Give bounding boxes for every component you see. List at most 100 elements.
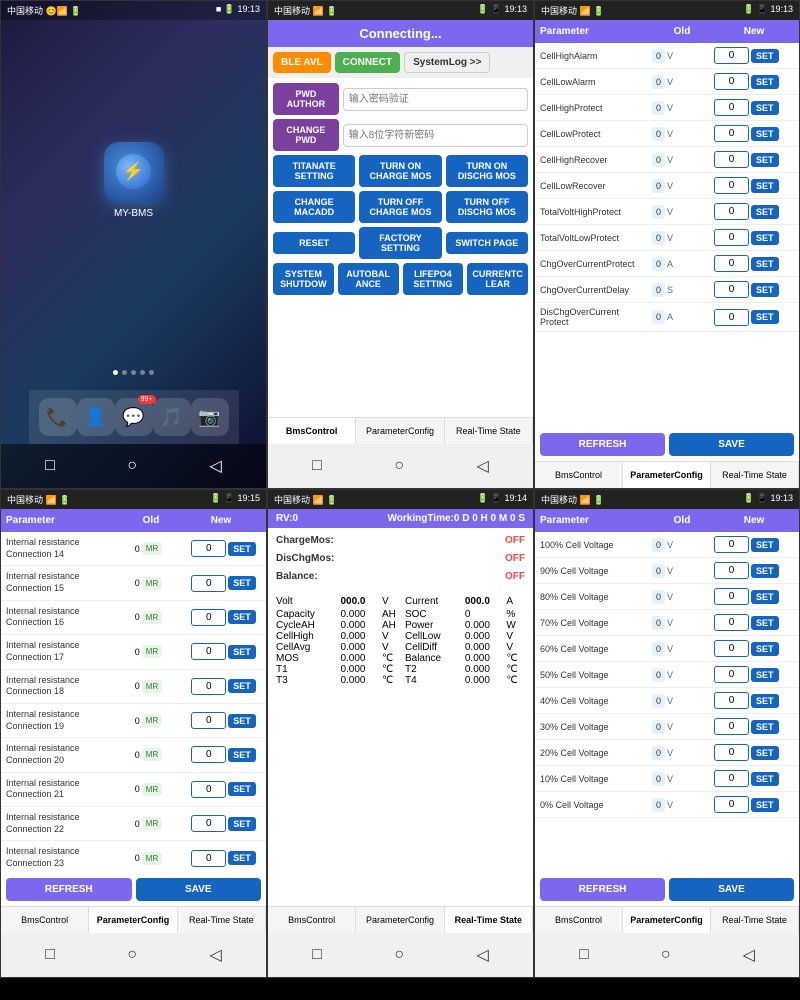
realtime-bmscontrol-tab[interactable]: BmsControl: [268, 907, 356, 933]
cell-low-protect-input[interactable]: [714, 125, 749, 142]
connect-tab[interactable]: CONNECT: [335, 52, 400, 73]
chg-over-current-delay-set-btn[interactable]: SET: [751, 283, 779, 297]
cell-90pct-input[interactable]: [714, 562, 749, 579]
new-pwd-input[interactable]: [343, 124, 528, 147]
int-conn18-set-btn[interactable]: SET: [228, 679, 256, 693]
int-conn19-set-btn[interactable]: SET: [228, 714, 256, 728]
internal-bmscontrol-tab[interactable]: BmsControl: [1, 907, 89, 933]
turn-on-charge-mos-btn[interactable]: TURN ONCHARGE MOS: [359, 155, 441, 187]
cell-60pct-set-btn[interactable]: SET: [751, 642, 779, 656]
param-top-paramconfig-tab[interactable]: ParameterConfig: [623, 462, 711, 488]
cell-low-alarm-set-btn[interactable]: SET: [751, 75, 779, 89]
ble-avl-tab[interactable]: BLE AVL: [273, 52, 331, 73]
int-conn18-input[interactable]: [191, 678, 226, 695]
cell-40pct-input[interactable]: [714, 692, 749, 709]
cell-50pct-input[interactable]: [714, 666, 749, 683]
factory-setting-btn[interactable]: FACTORYSETTING: [359, 227, 441, 259]
dischg-over-current-protect-set-btn[interactable]: SET: [751, 310, 779, 324]
param-bottom-bmscontrol-tab[interactable]: BmsControl: [535, 907, 623, 933]
cell-70pct-set-btn[interactable]: SET: [751, 616, 779, 630]
lifepo4-setting-btn[interactable]: LIFEPO4SETTING: [403, 263, 464, 295]
home-nav-back[interactable]: ◁: [197, 452, 233, 480]
dischg-over-current-protect-input[interactable]: [714, 309, 749, 326]
realtime-nav-back[interactable]: ◁: [464, 941, 500, 969]
cell-100pct-input[interactable]: [714, 536, 749, 553]
realtime-state-tab[interactable]: Real-Time State: [445, 907, 533, 933]
cell-20pct-input[interactable]: [714, 744, 749, 761]
camera-icon[interactable]: 📷: [191, 398, 229, 436]
internal-nav-back[interactable]: ◁: [197, 941, 233, 969]
param-top-refresh-btn[interactable]: REFRESH: [540, 433, 665, 456]
internal-nav-circle[interactable]: ○: [115, 942, 149, 968]
param-top-realtime-tab[interactable]: Real-Time State: [711, 462, 799, 488]
param-bottom-paramconfig-tab[interactable]: ParameterConfig: [623, 907, 711, 933]
internal-save-btn[interactable]: SAVE: [136, 878, 262, 901]
cell-high-protect-set-btn[interactable]: SET: [751, 101, 779, 115]
cell-0pct-set-btn[interactable]: SET: [751, 798, 779, 812]
realtime-nav-square[interactable]: □: [300, 942, 334, 968]
param-bottom-refresh-btn[interactable]: REFRESH: [540, 878, 665, 901]
int-conn20-input[interactable]: [191, 746, 226, 763]
cell-100pct-set-btn[interactable]: SET: [751, 538, 779, 552]
int-conn22-input[interactable]: [191, 815, 226, 832]
int-conn20-set-btn[interactable]: SET: [228, 748, 256, 762]
bms-nav-circle[interactable]: ○: [382, 453, 416, 479]
int-conn14-input[interactable]: [191, 540, 226, 557]
cell-0pct-input[interactable]: [714, 796, 749, 813]
mybms-app-icon[interactable]: ⚡: [104, 142, 164, 202]
cell-20pct-set-btn[interactable]: SET: [751, 746, 779, 760]
internal-nav-square[interactable]: □: [33, 942, 67, 968]
cell-high-protect-input[interactable]: [714, 99, 749, 116]
int-conn21-input[interactable]: [191, 781, 226, 798]
cell-80pct-input[interactable]: [714, 588, 749, 605]
switch-page-btn[interactable]: SWITCH PAGE: [446, 232, 528, 254]
home-nav-circle[interactable]: ○: [115, 453, 149, 479]
system-log-tab[interactable]: SystemLog >>: [404, 52, 490, 73]
cell-low-alarm-input[interactable]: [714, 73, 749, 90]
total-volt-high-protect-set-btn[interactable]: SET: [751, 205, 779, 219]
int-conn17-input[interactable]: [191, 643, 226, 660]
cell-50pct-set-btn[interactable]: SET: [751, 668, 779, 682]
change-macadd-btn[interactable]: CHANGEMACADD: [273, 191, 355, 223]
cell-30pct-input[interactable]: [714, 718, 749, 735]
change-pwd-btn[interactable]: CHANGEPWD: [273, 119, 339, 151]
bms-control-tab[interactable]: BmsControl: [268, 418, 356, 444]
realtime-paramconfig-tab[interactable]: ParameterConfig: [356, 907, 444, 933]
titanate-setting-btn[interactable]: TITANATESETTING: [273, 155, 355, 187]
phone-icon[interactable]: 📞: [39, 398, 77, 436]
total-volt-high-protect-input[interactable]: [714, 203, 749, 220]
cell-60pct-input[interactable]: [714, 640, 749, 657]
internal-paramconfig-tab[interactable]: ParameterConfig: [89, 907, 177, 933]
int-conn16-input[interactable]: [191, 609, 226, 626]
param-bottom-realtime-tab[interactable]: Real-Time State: [711, 907, 799, 933]
turn-off-charge-mos-btn[interactable]: TURN OFFCHARGE MOS: [359, 191, 441, 223]
param-bottom-save-btn[interactable]: SAVE: [669, 878, 794, 901]
int-conn21-set-btn[interactable]: SET: [228, 782, 256, 796]
parameter-config-tab[interactable]: ParameterConfig: [356, 418, 444, 444]
cell-low-recover-input[interactable]: [714, 177, 749, 194]
contacts-icon[interactable]: 👤: [77, 398, 115, 436]
param-bottom-nav-square[interactable]: □: [567, 942, 601, 968]
int-conn16-set-btn[interactable]: SET: [228, 610, 256, 624]
pwd-author-btn[interactable]: PWDAUTHOR: [273, 83, 339, 115]
cell-40pct-set-btn[interactable]: SET: [751, 694, 779, 708]
int-conn23-set-btn[interactable]: SET: [228, 851, 256, 865]
cell-high-alarm-input[interactable]: [714, 47, 749, 64]
cell-80pct-set-btn[interactable]: SET: [751, 590, 779, 604]
pwd-auth-input[interactable]: [343, 88, 528, 111]
internal-refresh-btn[interactable]: REFRESH: [6, 878, 132, 901]
param-top-save-btn[interactable]: SAVE: [669, 433, 794, 456]
cell-30pct-set-btn[interactable]: SET: [751, 720, 779, 734]
int-conn15-set-btn[interactable]: SET: [228, 576, 256, 590]
autobalance-btn[interactable]: AUTOBALANCE: [338, 263, 399, 295]
reset-btn[interactable]: RESET: [273, 232, 355, 254]
currentc-lear-btn[interactable]: CURRENTCLEAR: [467, 263, 528, 295]
int-conn22-set-btn[interactable]: SET: [228, 817, 256, 831]
realtime-state-tab[interactable]: Real-Time State: [445, 418, 533, 444]
bms-nav-back[interactable]: ◁: [464, 452, 500, 480]
param-bottom-nav-back[interactable]: ◁: [731, 941, 767, 969]
int-conn19-input[interactable]: [191, 712, 226, 729]
param-bottom-nav-circle[interactable]: ○: [649, 942, 683, 968]
cell-high-recover-set-btn[interactable]: SET: [751, 153, 779, 167]
turn-on-dischg-mos-btn[interactable]: TURN ONDISCHG MOS: [446, 155, 528, 187]
